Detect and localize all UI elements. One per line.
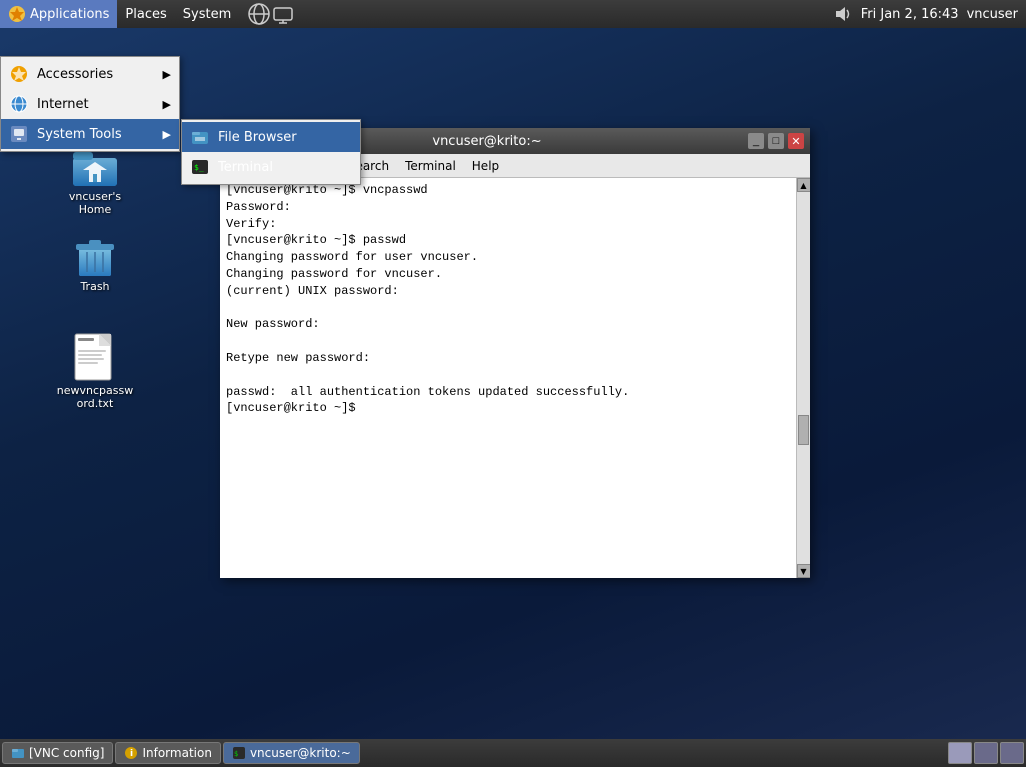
volume-icon[interactable]	[833, 4, 853, 24]
terminal-window: vncuser@krito:~ _ □ ✕ File Edit View Sea…	[220, 128, 810, 578]
menu-system-tools[interactable]: System Tools ▶ File Browser $_	[1, 119, 179, 149]
menu-help[interactable]: Help	[464, 156, 507, 176]
svg-text:i: i	[130, 749, 133, 759]
submenu-terminal[interactable]: $_ Terminal	[182, 152, 360, 182]
svg-text:$: $	[234, 750, 238, 758]
desktop: vncuser's Home Trash	[0, 28, 1026, 739]
submenu-system-tools: File Browser $_ Terminal	[181, 119, 361, 185]
workspace-pager	[948, 742, 1024, 764]
svg-text:$_: $_	[194, 163, 204, 172]
pager-btn-3[interactable]	[1000, 742, 1024, 764]
taskbar-vnc-config[interactable]: [VNC config]	[2, 742, 113, 764]
terminal-content[interactable]: [vncuser@krito ~]$ vncpasswd Password: V…	[220, 178, 796, 578]
applications-menu: Accessories ▶ Internet ▶ System Tools ▶	[0, 56, 180, 152]
maximize-button[interactable]: □	[768, 133, 784, 149]
minimize-button[interactable]: _	[748, 133, 764, 149]
terminal-body: [vncuser@krito ~]$ vncpasswd Password: V…	[220, 178, 810, 578]
file-browser-icon	[190, 127, 210, 147]
applications-icon	[8, 5, 26, 23]
panel-right: Fri Jan 2, 16:43 vncuser	[833, 0, 1026, 28]
accessories-icon	[9, 64, 29, 84]
taskbar-terminal-icon: $	[232, 746, 246, 760]
places-menu-btn[interactable]: Places	[117, 0, 174, 28]
textfile-icon[interactable]: newvncpassword.txt	[50, 328, 140, 414]
system-tools-icon	[9, 124, 29, 144]
close-button[interactable]: ✕	[788, 133, 804, 149]
menu-terminal[interactable]: Terminal	[397, 156, 464, 176]
network2-icon	[271, 2, 295, 26]
taskbar-information[interactable]: i Information	[115, 742, 220, 764]
text-file-svg	[73, 332, 117, 384]
taskbar-terminal[interactable]: $ vncuser@krito:~	[223, 742, 360, 764]
terminal-icon: $_	[190, 157, 210, 177]
datetime-label: Fri Jan 2, 16:43	[861, 7, 959, 22]
menu-internet[interactable]: Internet ▶	[1, 89, 179, 119]
applications-menu-btn[interactable]: Applications	[0, 0, 117, 28]
submenu-file-browser[interactable]: File Browser	[182, 122, 360, 152]
window-controls: _ □ ✕	[748, 133, 804, 149]
scrollbar-track[interactable]	[797, 192, 810, 564]
system-menu-btn[interactable]: System	[175, 0, 239, 28]
internet-icon	[9, 94, 29, 114]
bottom-panel: [VNC config] i Information $ vncuser@kri…	[0, 739, 1026, 767]
trash-folder-icon	[71, 232, 119, 280]
terminal-scrollbar[interactable]: ▲ ▼	[796, 178, 810, 578]
top-panel: Applications Places System Fri Jan 2, 16…	[0, 0, 1026, 28]
taskbar-folder-icon	[11, 746, 25, 760]
network-icon	[247, 2, 271, 26]
trash-icon[interactable]: Trash	[50, 228, 140, 297]
username-label: vncuser	[967, 7, 1018, 22]
scrollbar-up[interactable]: ▲	[797, 178, 811, 192]
scrollbar-down[interactable]: ▼	[797, 564, 811, 578]
scrollbar-thumb[interactable]	[798, 415, 809, 445]
menu-accessories[interactable]: Accessories ▶	[1, 59, 179, 89]
taskbar-info-icon: i	[124, 746, 138, 760]
pager-btn-2[interactable]	[974, 742, 998, 764]
pager-btn-1[interactable]	[948, 742, 972, 764]
